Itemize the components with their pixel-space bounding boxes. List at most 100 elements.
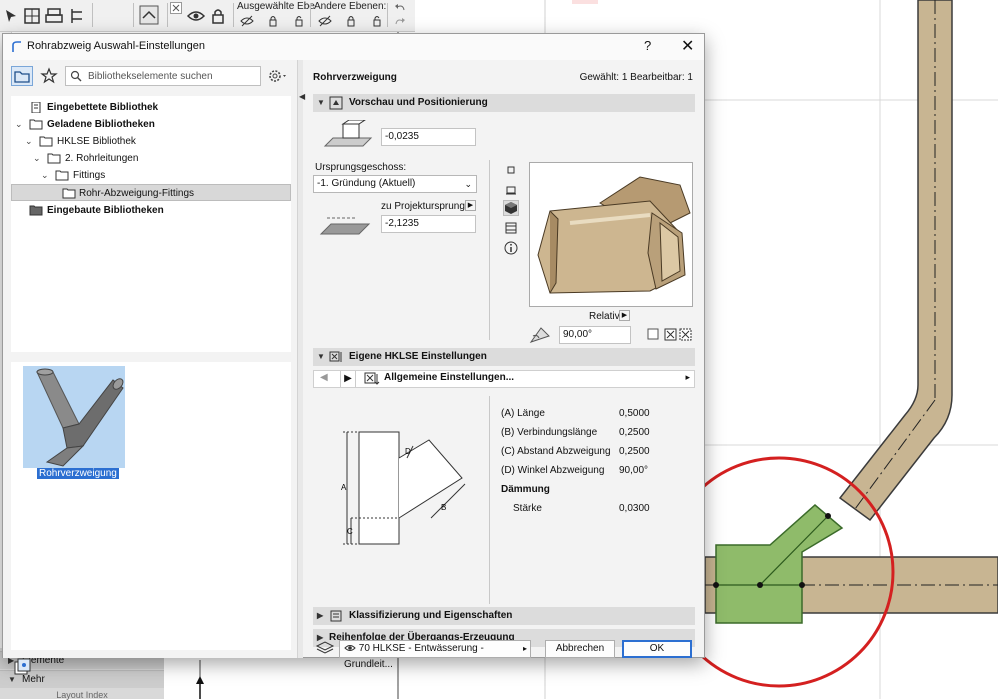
close-icon[interactable]	[170, 2, 182, 14]
tree-item-pipes[interactable]: ⌄ 2. Rohrleitungen	[33, 150, 285, 167]
project-zero-input[interactable]: -2,1235	[381, 215, 476, 233]
lock-others-icon[interactable]	[344, 14, 358, 28]
tree-item-branch-fittings[interactable]: Rohr-Abzweigung-Fittings	[11, 184, 291, 201]
elevation-view-icon[interactable]	[503, 220, 519, 236]
lock-open-icon[interactable]	[292, 14, 306, 28]
folder-icon	[39, 136, 53, 147]
tree-item-label: Geladene Bibliotheken	[47, 119, 155, 130]
chevron-down-icon: ⌄	[464, 179, 472, 189]
tree-item-hklse[interactable]: ⌄ HKLSE Bibliothek	[25, 133, 285, 150]
pipe-branch-thumbnail-icon	[36, 368, 124, 467]
tree-item-loaded[interactable]: ⌄ Geladene Bibliotheken	[15, 116, 285, 133]
object-thumbnail-label[interactable]: Rohrverzweigung	[37, 468, 119, 479]
pipe-branch-icon	[12, 41, 21, 52]
project-zero-icon	[319, 217, 371, 235]
origin-story-dropdown[interactable]: -1. Gründung (Aktuell) ⌄	[313, 175, 477, 193]
tree-item-embedded[interactable]: Eingebettete Bibliothek	[15, 99, 285, 116]
diagram-label-d: D	[405, 447, 411, 456]
section-own-settings[interactable]: ▼ Eigene HKLSE Einstellungen	[313, 348, 695, 366]
page-selector-label[interactable]: Allgemeine Einstellungen...	[384, 372, 514, 383]
lock-small-icon[interactable]	[266, 14, 280, 28]
param-label: (D) Winkel Abzweigung	[501, 465, 605, 476]
chevron-down-icon[interactable]: ⌄	[15, 116, 25, 133]
grid-icon[interactable]	[22, 6, 42, 26]
chevron-down-icon[interactable]: ⌄	[33, 150, 43, 167]
library-search	[65, 66, 261, 86]
param-value[interactable]: 90,00°	[619, 465, 648, 476]
section-title: Eigene HKLSE Einstellungen	[349, 351, 487, 362]
object-name: Rohrverzweigung	[313, 72, 397, 83]
layer-settings-icon[interactable]	[138, 4, 160, 26]
help-button[interactable]: ?	[644, 38, 651, 53]
section-classification[interactable]: ▶ Klassifizierung und Eigenschaften	[313, 607, 695, 625]
previous-page-icon[interactable]: ◀	[320, 372, 328, 383]
mirror-options[interactable]	[647, 328, 695, 342]
chevron-down-icon[interactable]: ⌄	[41, 167, 51, 184]
section-preview-positioning[interactable]: ▼ Vorschau und Positionierung	[313, 94, 695, 112]
document-icon	[31, 102, 41, 113]
tree-item-label: HKLSE Bibliothek	[57, 136, 136, 147]
selection-status: Gewählt: 1 Bearbeitbar: 1	[579, 72, 693, 83]
param-value[interactable]: 0,2500	[619, 427, 650, 438]
object-thumbnail[interactable]	[23, 366, 125, 468]
dialog-titlebar[interactable]: Rohrabzweig Auswahl-Einstellungen ? ✕	[3, 34, 704, 60]
chevron-down-icon: ▼	[317, 98, 325, 107]
page-navigator: ◀ ▶ Allgemeine Einstellungen... ▸	[313, 370, 695, 388]
rotation-angle-icon	[529, 327, 550, 343]
elevation-input[interactable]: -0,0235	[381, 128, 476, 146]
next-page-icon[interactable]: ▶	[340, 371, 356, 387]
folder-icon	[55, 170, 69, 181]
settings-pane: Rohrverzweigung Gewählt: 1 Bearbeitbar: …	[305, 60, 703, 658]
folder-icon	[62, 188, 76, 199]
hide-icon[interactable]	[240, 14, 254, 28]
param-value[interactable]: 0,2500	[619, 446, 650, 457]
arrow-icon[interactable]	[2, 6, 22, 26]
param-value[interactable]: 0,0300	[619, 503, 650, 514]
ok-button[interactable]: OK	[622, 640, 692, 658]
library-settings-button[interactable]	[265, 66, 289, 86]
tree-item-fittings[interactable]: ⌄ Fittings	[41, 167, 285, 184]
3d-view-button[interactable]	[503, 200, 519, 216]
chevron-down-icon[interactable]: ⌄	[25, 133, 35, 150]
param-label: Stärke	[513, 503, 542, 514]
relative-toggle[interactable]: ▶	[619, 310, 630, 321]
cube-icon	[505, 202, 517, 214]
param-label: (B) Verbindungslänge	[501, 427, 598, 438]
relative-label: Relativ	[589, 311, 620, 322]
undo-icon[interactable]	[393, 2, 407, 16]
info-icon[interactable]	[503, 240, 519, 256]
chevron-right-icon[interactable]: ▸	[685, 372, 690, 383]
cancel-button[interactable]: Abbrechen	[545, 640, 615, 658]
lock-open-others-icon[interactable]	[370, 14, 384, 28]
section-view-icon[interactable]	[503, 182, 519, 198]
project-zero-toggle[interactable]: ▶	[465, 200, 476, 211]
printer-icon[interactable]	[44, 6, 64, 26]
tree-item-builtin[interactable]: Eingebaute Bibliotheken	[15, 202, 285, 219]
tree-item-label: 2. Rohrleitungen	[65, 153, 139, 164]
angle-input[interactable]: 90,00°	[559, 326, 631, 344]
lock-icon[interactable]	[208, 6, 228, 26]
star-icon	[40, 67, 58, 84]
favorites-button[interactable]	[39, 66, 59, 86]
plan-view-icon[interactable]	[503, 162, 519, 178]
eye-icon[interactable]	[186, 6, 206, 26]
redo-icon[interactable]	[393, 16, 407, 30]
library-manager-icon[interactable]	[13, 658, 31, 676]
3d-preview[interactable]	[529, 162, 693, 307]
folder-icon	[29, 119, 43, 130]
hierarchy-icon[interactable]	[67, 6, 87, 26]
section-title: Klassifizierung und Eigenschaften	[349, 610, 513, 621]
search-input[interactable]	[86, 68, 256, 84]
pane-divider[interactable]: ◀	[297, 60, 305, 658]
folder-view-button[interactable]	[11, 66, 33, 86]
selected-layers-label: Ausgewählte Ebe	[237, 1, 315, 12]
close-button[interactable]: ✕	[681, 36, 694, 56]
hide-others-icon[interactable]	[318, 14, 332, 28]
section-title: Vorschau und Positionierung	[349, 97, 488, 108]
folder-filled-icon	[29, 205, 43, 216]
layer-selector[interactable]: 70 HLKSE - Entwässerung - Grundleit... ▸	[339, 640, 531, 670]
eye-icon	[344, 645, 356, 652]
library-toolbar	[9, 66, 293, 86]
origin-story-value: -1. Gründung (Aktuell)	[317, 178, 416, 189]
param-value[interactable]: 0,5000	[619, 408, 650, 419]
